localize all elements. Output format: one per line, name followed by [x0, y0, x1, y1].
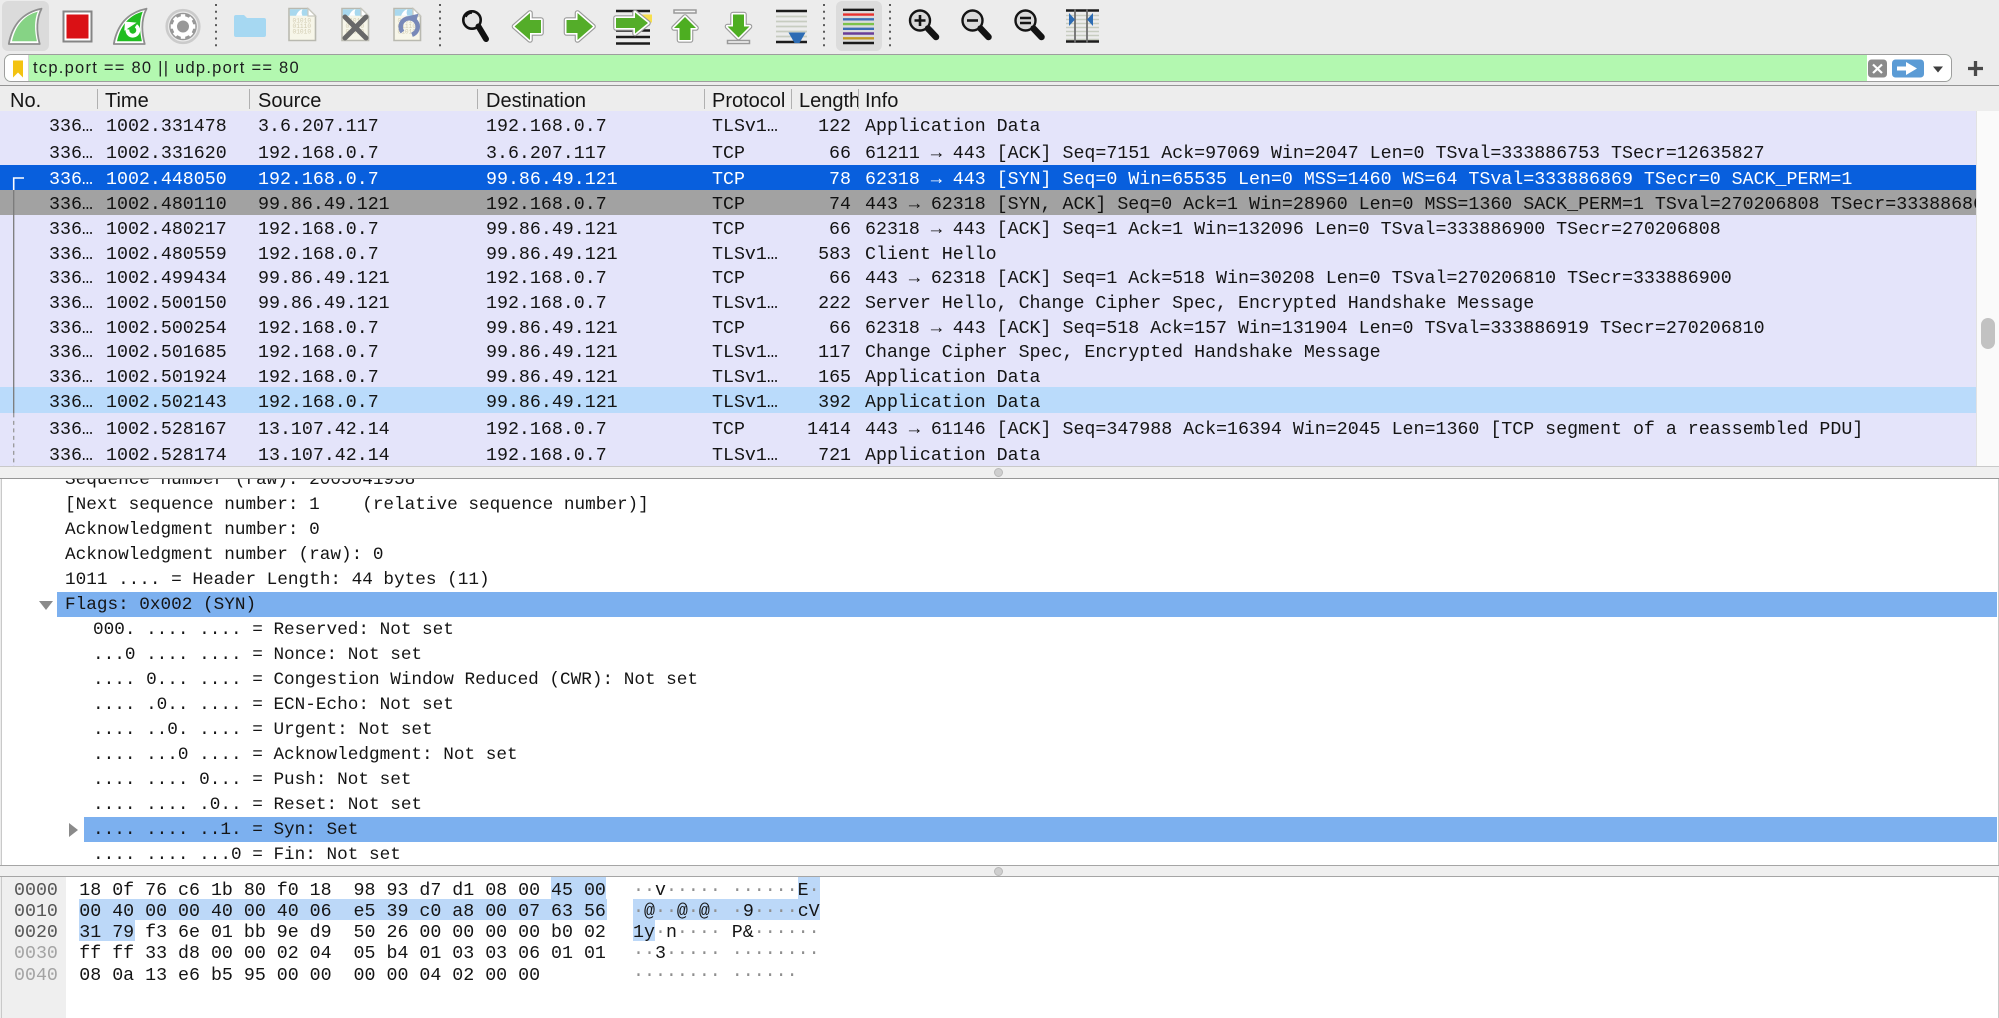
- svg-text:01010: 01010: [293, 29, 312, 36]
